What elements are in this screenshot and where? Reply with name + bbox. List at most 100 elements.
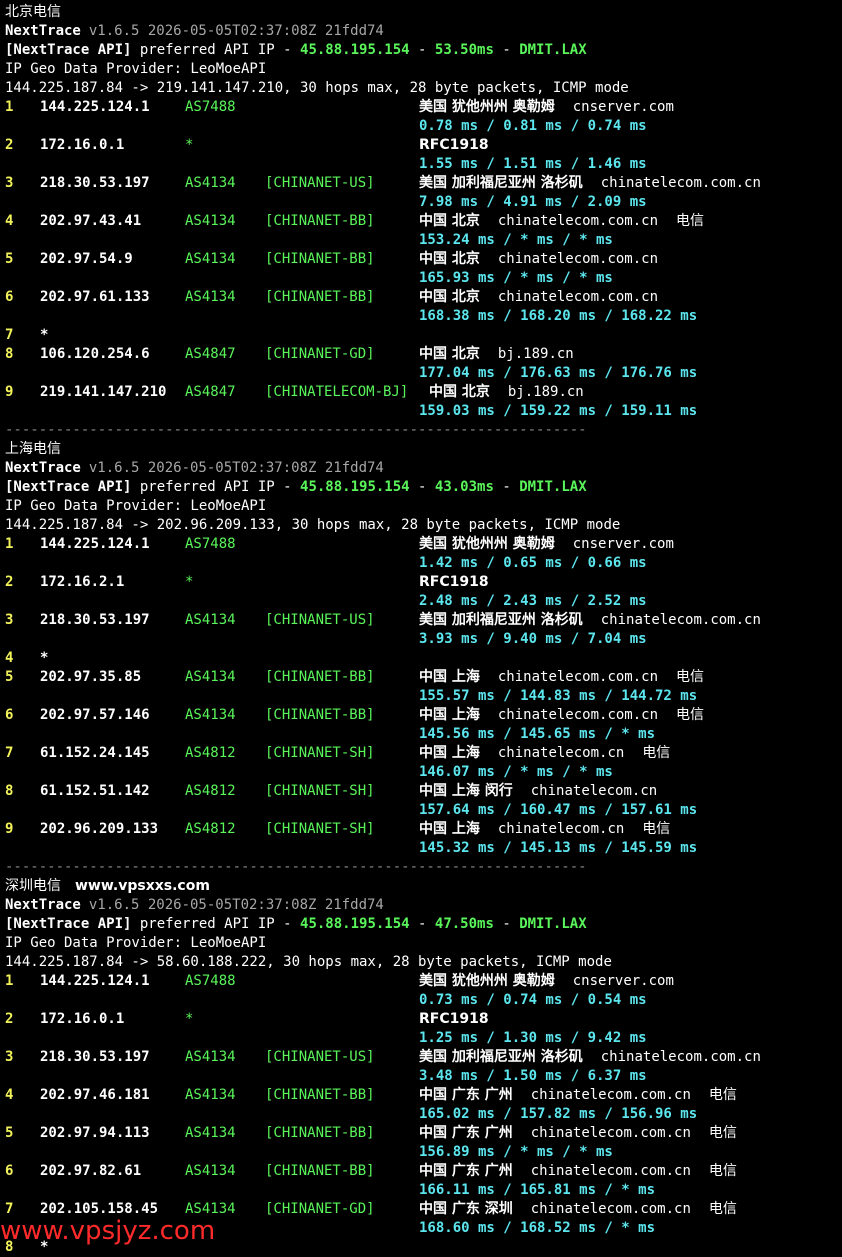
api-text: preferred API IP - [131,42,301,58]
hop-geo: 中国 北京 chinatelecom.com.cn [419,251,659,267]
hop-network: [CHINANET-SH] [265,783,375,799]
api-node: DMIT.LAX [519,916,587,932]
app-version-line: NextTrace v1.6.5 2026-05-05T02:37:08Z 21f… [5,22,384,41]
hop-rtt: 2.48 ms / 2.43 ms / 2.52 ms [419,593,647,609]
hop-number: 7 [5,745,14,761]
api-dash: - [493,479,520,495]
hop-ip: 144.225.124.1 [40,973,150,989]
hop-network: [CHINANET-BB] [265,1087,375,1103]
hop-geo: RFC1918 [419,137,489,153]
hop-number: 8 [5,783,14,799]
hop-rtt: 157.64 ms / 160.47 ms / 157.61 ms [419,802,698,818]
hop-ip: 202.97.54.9 [40,251,133,267]
hop-number: 7 [5,327,14,343]
hop-rtt: 156.89 ms / * ms / * ms [419,1144,613,1160]
hop-ip: 219.141.147.210 [40,384,167,400]
section-title: 深圳电信 www.vpsxxs.com [5,877,210,896]
hop-asn: AS4134 [185,1125,236,1141]
api-latency: 47.50ms [434,916,494,932]
hop-asn: AS7488 [185,536,236,552]
api-line: [NextTrace API] preferred API IP - 45.88… [5,478,587,497]
hop-asn: AS4134 [185,289,236,305]
hop-asn: AS4134 [185,707,236,723]
api-tag: [NextTrace API] [5,916,132,932]
hop-rtt: 0.73 ms / 0.74 ms / 0.54 ms [419,992,647,1008]
hop-ip: 172.16.0.1 [40,1011,125,1027]
hop-rtt: 3.48 ms / 1.50 ms / 6.37 ms [419,1068,647,1084]
hop-isp: 电信 [642,821,671,837]
provider-line: IP Geo Data Provider: LeoMoeAPI [5,60,266,79]
hop-network: [CHINANET-SH] [265,745,375,761]
hop-number: 9 [5,384,14,400]
hop-hostname: chinatelecom.com.cn [530,1087,691,1103]
app-version: v1.6.5 2026-05-05T02:37:08Z 21fdd74 [88,897,384,913]
hop-number: 5 [5,1125,14,1141]
hop-asn: AS4847 [185,384,236,400]
hop-isp: 电信 [676,669,705,685]
hop-rtt: 145.56 ms / 145.65 ms / * ms [419,726,656,742]
api-dash: - [409,479,435,495]
hop-geo: 美国 加利福尼亚州 洛杉矶 chinatelecom.com.cn [419,175,761,191]
hop-rtt: 146.07 ms / * ms / * ms [419,764,613,780]
app-version: v1.6.5 2026-05-05T02:37:08Z 21fdd74 [88,460,384,476]
hop-rtt: 165.93 ms / * ms / * ms [419,270,613,286]
hop-rtt: 1.42 ms / 0.65 ms / 0.66 ms [419,555,647,571]
hop-number: 3 [5,1049,14,1065]
api-ip: 45.88.195.154 [300,479,410,495]
api-dash: - [409,42,435,58]
hop-rtt: 168.60 ms / 168.52 ms / * ms [419,1220,656,1236]
api-ip: 45.88.195.154 [300,916,410,932]
hop-rtt: 1.55 ms / 1.51 ms / 1.46 ms [419,156,647,172]
api-node: DMIT.LAX [519,479,587,495]
hop-hostname: chinatelecom.com.cn [600,612,761,628]
hop-asn: AS4812 [185,821,236,837]
hop-asn: AS4847 [185,346,236,362]
hop-asn: AS4812 [185,745,236,761]
hop-ip: 202.97.61.133 [40,289,150,305]
hop-rtt: 145.32 ms / 145.13 ms / 145.59 ms [419,840,698,856]
hop-rtt: 155.57 ms / 144.83 ms / 144.72 ms [419,688,698,704]
hop-ip: 61.152.24.145 [40,745,150,761]
geo-provider: IP Geo Data Provider: LeoMoeAPI [5,61,267,77]
section-separator: ----------------------------------------… [5,422,587,438]
hop-geo: 美国 犹他州州 奥勒姆 cnserver.com [419,973,674,989]
hop-geo: RFC1918 [419,1011,489,1027]
hop-rtt: 165.02 ms / 157.82 ms / 156.96 ms [419,1106,698,1122]
hop-hostname: chinatelecom.cn [530,783,658,799]
hop-network: [CHINANET-BB] [265,1125,375,1141]
hop-number: 6 [5,289,14,305]
api-dash: - [493,42,520,58]
hop-rtt: 7.98 ms / 4.91 ms / 2.09 ms [419,194,647,210]
hop-isp: 电信 [708,1201,737,1217]
hop-hostname: chinatelecom.cn [497,821,625,837]
hop-asn: AS4812 [185,783,236,799]
hop-rtt: 166.11 ms / 165.81 ms / * ms [419,1182,656,1198]
hop-ip: 202.97.46.181 [40,1087,150,1103]
hop-hostname: chinatelecom.com.cn [497,251,659,267]
hop-ip: 172.16.0.1 [40,137,125,153]
hop-network: [CHINATELECOM-BJ] [265,384,409,400]
hop-number: 3 [5,612,14,628]
hop-ip: 202.96.209.133 [40,821,159,837]
hop-ip: 202.97.94.113 [40,1125,150,1141]
hop-hostname: chinatelecom.com.cn [497,289,659,305]
hop-geo: 中国 北京 chinatelecom.com.cn [419,289,659,305]
hop-ip: 144.225.124.1 [40,536,150,552]
hop-asn: AS4134 [185,1087,236,1103]
app-name: NextTrace [5,460,81,476]
hop-geo: 中国 上海 chinatelecom.com.cn 电信 [419,707,705,723]
hop-hostname: chinatelecom.com.cn [530,1125,691,1141]
hop-rtt: 177.04 ms / 176.63 ms / 176.76 ms [419,365,698,381]
api-node: DMIT.LAX [519,42,587,58]
section-title: 上海电信 [5,440,61,459]
separator-line: ----------------------------------------… [5,858,587,877]
hop-ip: * [40,327,49,343]
hop-number: 4 [5,650,14,666]
hop-network: [CHINANET-BB] [265,1163,375,1179]
hop-hostname: chinatelecom.com.cn [600,175,761,191]
hop-number: 5 [5,669,14,685]
app-name: NextTrace [5,23,81,39]
hop-geo: 中国 广东 深圳 chinatelecom.com.cn 电信 [419,1201,737,1217]
hop-ip: 202.97.35.85 [40,669,142,685]
hop-ip: 218.30.53.197 [40,175,150,191]
